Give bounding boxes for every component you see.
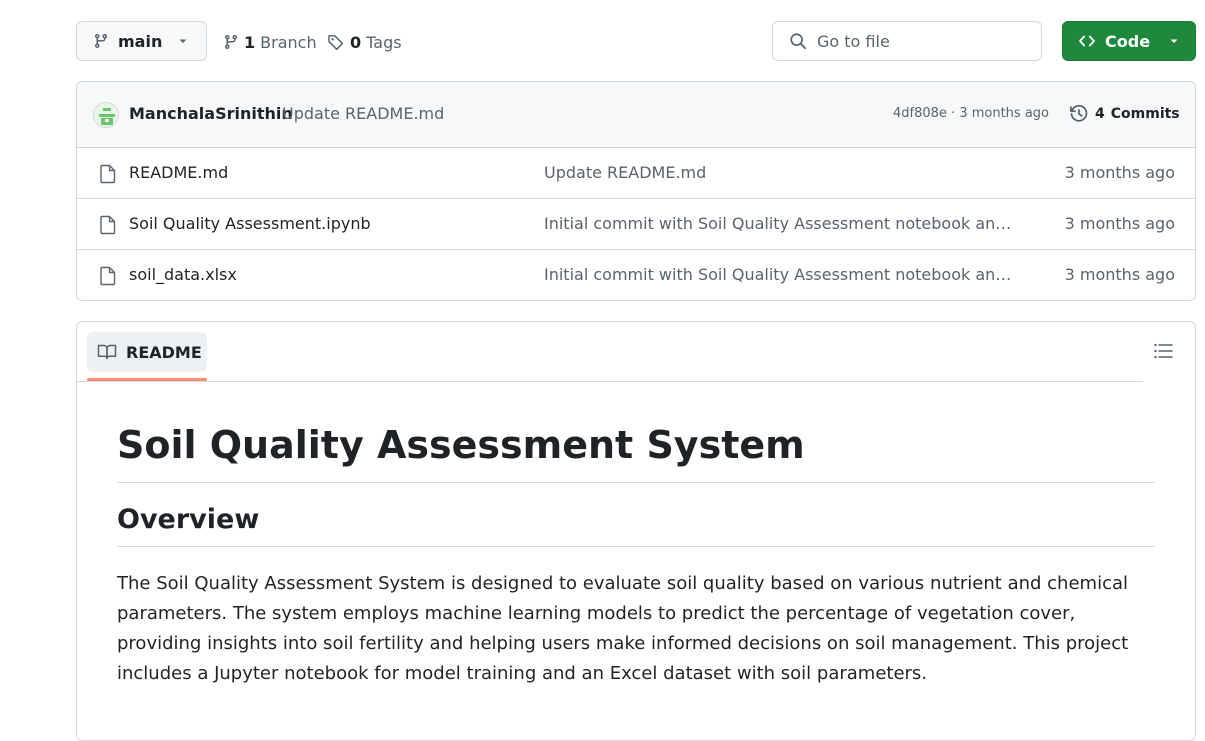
file-icon <box>99 164 117 184</box>
overview-heading: Overview <box>117 503 1155 548</box>
branch-selector-button[interactable]: main <box>76 21 207 61</box>
tab-divider <box>77 381 1143 382</box>
commits-count: 4 <box>1095 106 1105 122</box>
file-commit-time: 3 months ago <box>1064 214 1175 233</box>
file-icon <box>99 266 117 286</box>
file-name-link[interactable]: README.md <box>129 163 228 182</box>
git-branch-icon <box>223 34 239 50</box>
table-row[interactable]: soil_data.xlsx Initial commit with Soil … <box>77 250 1195 300</box>
code-button[interactable]: Code <box>1062 21 1196 61</box>
file-icon <box>99 215 117 235</box>
commit-hash-and-time[interactable]: 4df808e · 3 months ago <box>893 106 1049 121</box>
tag-label: Tags <box>366 32 402 52</box>
branch-name: main <box>118 31 163 51</box>
code-icon <box>1078 32 1096 50</box>
tag-icon <box>327 33 345 51</box>
git-branch-icon <box>93 33 109 49</box>
file-commit-time: 3 months ago <box>1064 265 1175 284</box>
avatar[interactable] <box>93 102 119 128</box>
list-unordered-icon <box>1153 342 1173 360</box>
commits-history-link[interactable]: 4 Commits <box>1069 104 1180 124</box>
tab-readme[interactable]: README <box>87 332 207 372</box>
latest-commit-bar: ManchalaSrinithin Update README.md 4df80… <box>77 82 1195 148</box>
readme-title: Soil Quality Assessment System <box>117 422 1155 483</box>
search-icon <box>789 32 807 50</box>
chevron-down-icon <box>1168 35 1180 47</box>
go-to-file-search[interactable] <box>772 21 1042 61</box>
branch-count: 1 <box>244 32 256 52</box>
file-commit-message[interactable]: Initial commit with Soil Quality Assessm… <box>544 214 1020 233</box>
book-icon <box>97 343 117 361</box>
commit-author[interactable]: ManchalaSrinithin <box>129 104 293 123</box>
branches-link[interactable]: 1 Branch <box>223 28 317 56</box>
commit-message[interactable]: Update README.md <box>282 104 444 123</box>
outline-button[interactable] <box>1153 342 1173 360</box>
table-row[interactable]: README.md Update README.md 3 months ago <box>77 148 1195 199</box>
chevron-down-icon <box>177 35 189 47</box>
readme-content: Soil Quality Assessment System Overview … <box>117 422 1155 689</box>
commits-label: Commits <box>1110 106 1180 122</box>
file-commit-message[interactable]: Update README.md <box>544 163 1020 182</box>
readme-panel: README Soil Quality Assessment System Ov… <box>76 321 1196 741</box>
branch-label: Branch <box>260 32 317 52</box>
code-button-label: Code <box>1105 31 1151 51</box>
history-icon <box>1069 104 1089 124</box>
tab-readme-label: README <box>126 342 202 362</box>
go-to-file-input[interactable] <box>817 31 1017 51</box>
table-row[interactable]: Soil Quality Assessment.ipynb Initial co… <box>77 199 1195 250</box>
overview-paragraph: The Soil Quality Assessment System is de… <box>117 573 1129 685</box>
tags-link[interactable]: 0 Tags <box>327 28 402 56</box>
tag-count: 0 <box>350 32 362 52</box>
file-commit-time: 3 months ago <box>1064 163 1175 182</box>
file-name-link[interactable]: soil_data.xlsx <box>129 265 237 284</box>
file-table: ManchalaSrinithin Update README.md 4df80… <box>76 81 1196 301</box>
file-commit-message[interactable]: Initial commit with Soil Quality Assessm… <box>544 265 1020 284</box>
file-name-link[interactable]: Soil Quality Assessment.ipynb <box>129 214 371 233</box>
